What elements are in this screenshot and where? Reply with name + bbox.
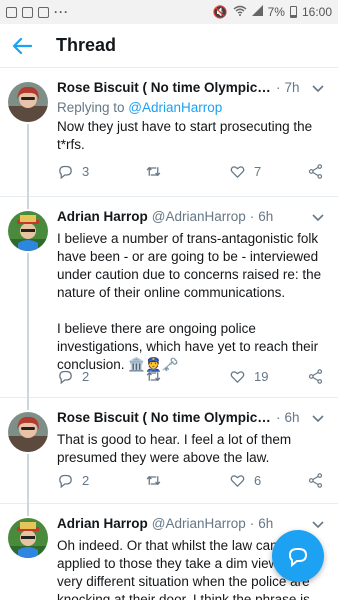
- thread-line: [27, 504, 29, 516]
- retweet-icon: [146, 166, 161, 176]
- arrow-left-icon: [12, 37, 32, 54]
- tweet-text: That is good to hear. I feel a lot of th…: [57, 432, 295, 465]
- share-icon: [308, 163, 323, 179]
- thread-line: [27, 398, 29, 410]
- more-notifications-icon: ···: [54, 5, 69, 19]
- separator-dot: ·: [276, 80, 281, 95]
- chevron-down-icon[interactable]: [312, 210, 324, 225]
- status-bar: ··· 🔇 7% 16:00: [0, 0, 338, 24]
- retweet-icon: [146, 371, 161, 381]
- clock: 16:00: [301, 5, 332, 19]
- like-count: 19: [254, 368, 269, 384]
- chevron-down-icon[interactable]: [312, 517, 324, 532]
- tweet-time[interactable]: 7h: [285, 80, 300, 95]
- reply-button[interactable]: 3: [57, 163, 89, 180]
- page-title: Thread: [56, 35, 117, 55]
- tweet[interactable]: Rose Biscuit ( No time Olympic me... · 7…: [0, 68, 338, 197]
- author-name[interactable]: Adrian Harrop: [57, 209, 148, 224]
- reply-icon: [59, 165, 72, 179]
- chevron-down-icon[interactable]: [312, 81, 324, 96]
- reply-count: 2: [82, 368, 90, 384]
- tweet[interactable]: Adrian Harrop @AdrianHarrop · 6h I belie…: [0, 197, 338, 398]
- reply-icon: [59, 370, 72, 384]
- battery-icon: [289, 6, 297, 18]
- mute-icon: 🔇: [212, 5, 228, 19]
- reply-button[interactable]: 2: [57, 368, 89, 385]
- retweet-button[interactable]: [145, 472, 170, 489]
- heart-icon: [230, 165, 245, 178]
- replying-to: Replying to @AdrianHarrop: [57, 100, 326, 115]
- avatar[interactable]: [8, 518, 48, 558]
- author-handle[interactable]: @AdrianHarrop: [152, 516, 246, 531]
- like-count: 6: [254, 472, 262, 488]
- thread-line: [27, 454, 29, 504]
- tweet-text: Now they just have to start prosecuting …: [57, 119, 316, 152]
- author-name[interactable]: Rose Biscuit ( No time Olympic me...: [57, 80, 272, 95]
- retweet-button[interactable]: [145, 163, 170, 180]
- signal-icon: [251, 5, 263, 19]
- share-icon: [308, 472, 323, 488]
- reply-button[interactable]: 2: [57, 472, 89, 489]
- battery-percent: 7%: [267, 5, 285, 19]
- image-notification-icon: [6, 6, 17, 18]
- reply-count: 2: [82, 472, 90, 488]
- thread-line: [27, 197, 29, 209]
- share-button[interactable]: [307, 163, 324, 180]
- author-handle[interactable]: @AdrianHarrop: [152, 209, 246, 224]
- compose-reply-button[interactable]: [272, 530, 324, 582]
- like-button[interactable]: 19: [229, 368, 268, 385]
- avatar[interactable]: [8, 82, 48, 122]
- reply-icon: [59, 474, 72, 488]
- retweet-button[interactable]: [145, 368, 170, 385]
- tweet-time[interactable]: 6h: [258, 516, 273, 531]
- separator-dot: ·: [276, 410, 281, 425]
- thread-line: [27, 253, 29, 398]
- heart-icon: [230, 474, 245, 487]
- separator-dot: ·: [249, 209, 255, 224]
- like-button[interactable]: 7: [229, 163, 261, 180]
- wifi-icon: [233, 5, 247, 19]
- facebook-notification-icon: [38, 6, 49, 18]
- replying-prefix: Replying to: [57, 100, 129, 115]
- reply-count: 3: [82, 163, 90, 179]
- chevron-down-icon[interactable]: [312, 411, 324, 426]
- gallery-notification-icon: [22, 6, 33, 18]
- like-button[interactable]: 6: [229, 472, 261, 489]
- compose-reply-icon: [288, 548, 308, 568]
- app-header: Thread: [0, 24, 338, 68]
- replying-to-link[interactable]: @AdrianHarrop: [128, 100, 222, 115]
- avatar[interactable]: [8, 412, 48, 452]
- author-name[interactable]: Adrian Harrop: [57, 516, 148, 531]
- author-name[interactable]: Rose Biscuit ( No time Olympic me...: [57, 410, 272, 425]
- retweet-icon: [146, 475, 161, 485]
- share-button[interactable]: [307, 368, 324, 385]
- tweet[interactable]: Rose Biscuit ( No time Olympic me... · 6…: [0, 398, 338, 504]
- share-icon: [308, 368, 323, 384]
- avatar[interactable]: [8, 211, 48, 251]
- back-button[interactable]: [0, 24, 44, 68]
- heart-icon: [230, 370, 245, 383]
- like-count: 7: [254, 163, 262, 179]
- share-button[interactable]: [307, 472, 324, 489]
- tweet-time[interactable]: 6h: [285, 410, 300, 425]
- separator-dot: ·: [249, 516, 255, 531]
- tweet-time[interactable]: 6h: [258, 209, 273, 224]
- tweet-text: I believe a number of trans-antagonistic…: [57, 231, 322, 372]
- thread-line: [27, 124, 29, 197]
